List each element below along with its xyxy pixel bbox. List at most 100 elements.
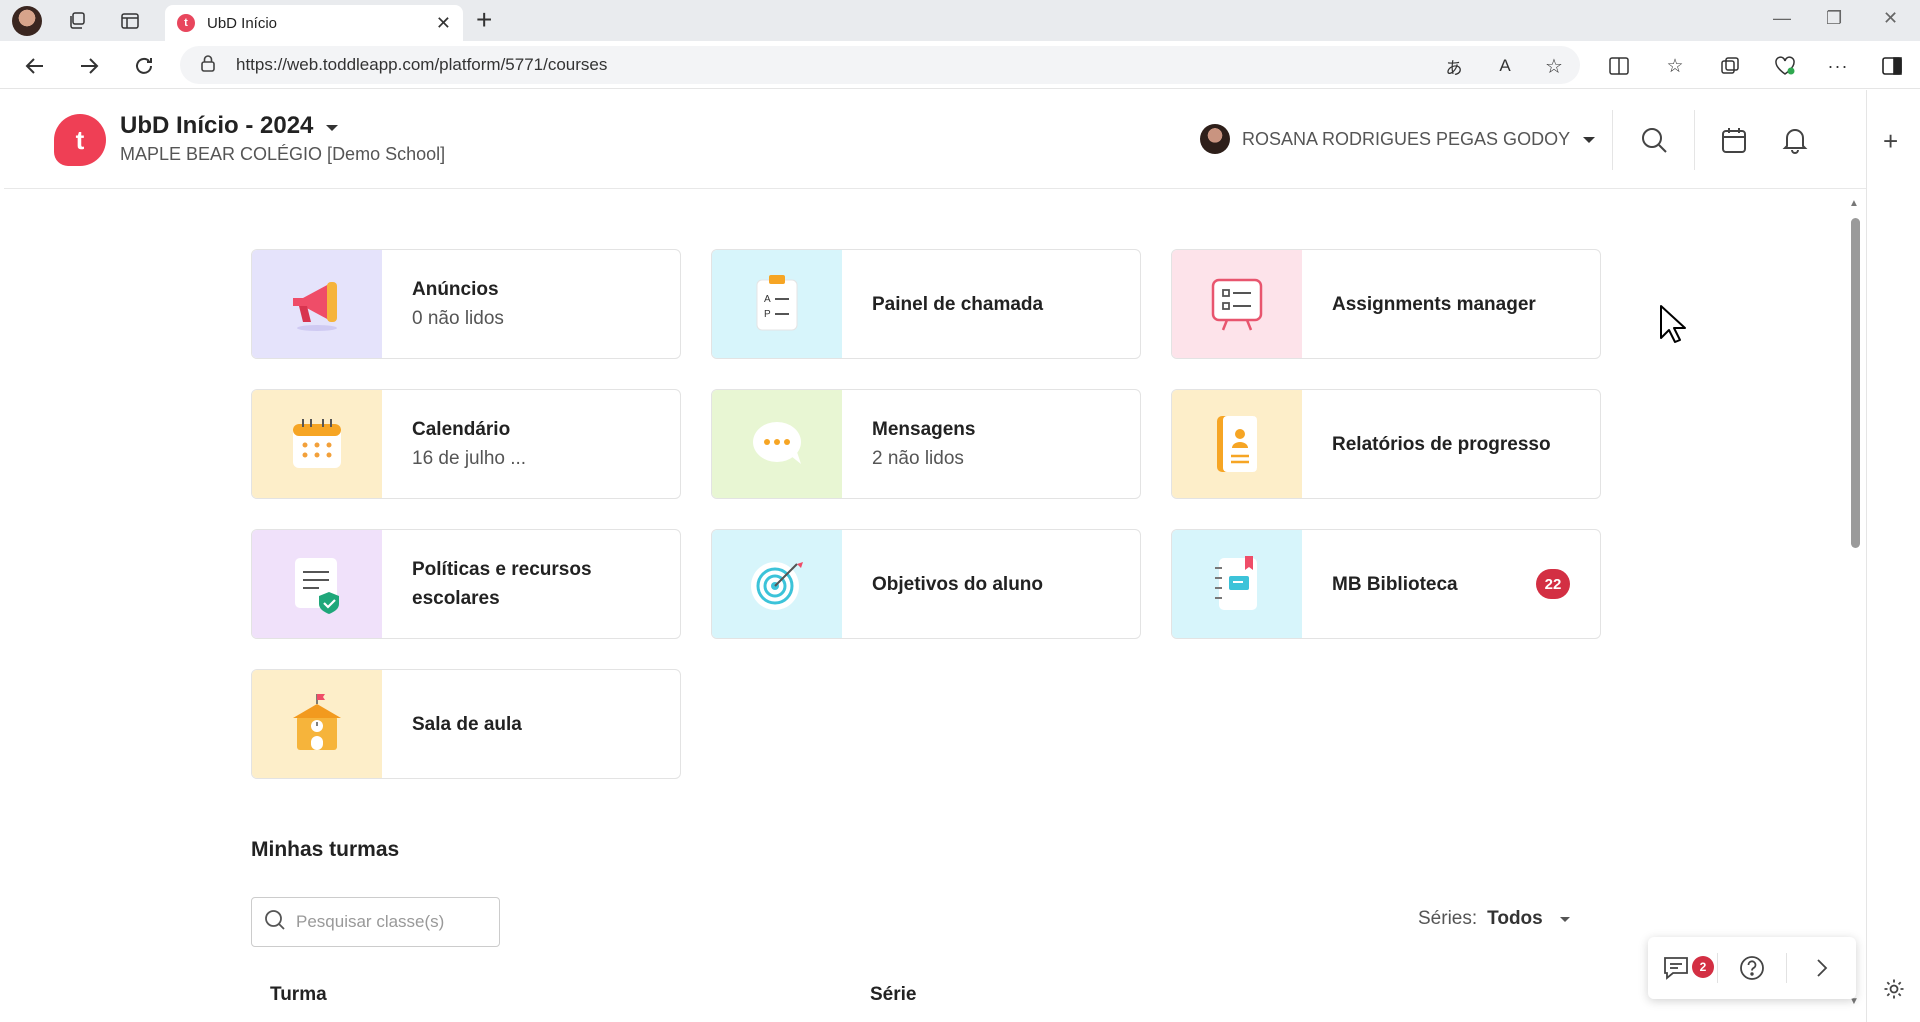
collections-icon[interactable] (1717, 53, 1743, 79)
workspaces-icon[interactable] (62, 6, 92, 36)
search-input[interactable] (296, 912, 486, 932)
divider (1694, 110, 1695, 170)
split-screen-icon[interactable] (1606, 53, 1632, 79)
browser-tab-bar: t UbD Início ✕ + — ❐ ✕ (0, 0, 1920, 41)
card-text: Sala de aula (382, 670, 522, 778)
card-sala-de-aula[interactable]: Sala de aula (251, 669, 681, 779)
school-name: MAPLE BEAR COLÉGIO [Demo School] (120, 144, 446, 164)
card-text: MB Biblioteca (1302, 530, 1458, 638)
card-title: Sala de aula (412, 713, 522, 735)
toddle-logo[interactable]: t (54, 114, 106, 166)
section-title-minhas-turmas: Minhas turmas (251, 838, 400, 861)
series-filter-dropdown[interactable]: Séries: Todos (1418, 908, 1571, 930)
chevron-down-icon (1559, 908, 1571, 930)
card-title: MB Biblioteca (1332, 573, 1458, 595)
mouse-cursor-icon (1659, 304, 1687, 349)
card-text: Relatórios de progresso (1302, 390, 1551, 498)
card-relatorios-de-progresso[interactable]: Relatórios de progresso (1171, 389, 1601, 499)
collapse-widget-button[interactable] (1787, 937, 1856, 999)
card-text: Anúncios 0 não lidos (382, 250, 504, 358)
chevron-down-icon (325, 112, 339, 140)
card-mensagens[interactable]: Mensagens 2 não lidos (711, 389, 1141, 499)
more-options-icon[interactable]: ··· (1825, 53, 1851, 79)
card-title: Mensagens (872, 419, 976, 440)
minimize-icon[interactable]: — (1773, 8, 1791, 29)
svg-text:A: A (764, 294, 771, 305)
course-selector[interactable]: UbD Início - 2024 (120, 112, 339, 140)
new-tab-icon[interactable]: + (476, 5, 492, 35)
sidebar-toggle-icon[interactable] (1879, 53, 1905, 79)
card-art (1172, 390, 1302, 498)
help-button[interactable] (1718, 937, 1787, 999)
card-art (252, 250, 382, 358)
card-painel-de-chamada[interactable]: AP Painel de chamada (711, 249, 1141, 359)
tab-actions-icon[interactable] (115, 6, 145, 36)
user-menu[interactable]: ROSANA RODRIGUES PEGAS GODOY (1200, 124, 1596, 154)
card-art (1172, 530, 1302, 638)
card-assignments-manager[interactable]: Assignments manager (1171, 249, 1601, 359)
close-tab-icon[interactable]: ✕ (436, 13, 451, 34)
avatar (1200, 124, 1230, 154)
favorite-star-icon[interactable]: ☆ (1541, 53, 1567, 79)
card-objetivos-do-aluno[interactable]: Objetivos do aluno (711, 529, 1141, 639)
lock-icon[interactable] (200, 54, 216, 77)
forward-arrow-icon[interactable] (73, 50, 105, 82)
url-text[interactable]: https://web.toddleapp.com/platform/5771/… (236, 55, 607, 75)
gear-icon[interactable] (1883, 978, 1905, 1005)
assignment-board-icon (1211, 278, 1263, 331)
card-title: Políticas e recursos escolares (412, 559, 592, 609)
scrollbar-thumb[interactable] (1851, 218, 1860, 548)
restore-icon[interactable]: ❐ (1826, 8, 1842, 29)
browser-tab-active[interactable]: t UbD Início ✕ (165, 5, 463, 41)
close-window-icon[interactable]: ✕ (1883, 8, 1898, 29)
divider (1612, 110, 1613, 170)
card-art: AP (712, 250, 842, 358)
refresh-icon[interactable] (128, 50, 160, 82)
search-icon[interactable] (1638, 124, 1670, 156)
card-title: Painel de chamada (872, 293, 1044, 315)
school-building-icon (293, 694, 341, 750)
card-text: Mensagens 2 não lidos (842, 390, 975, 498)
column-header-serie[interactable]: Série (870, 984, 916, 1006)
browser-essentials-icon[interactable] (1772, 53, 1798, 79)
series-value: Todos (1487, 908, 1543, 929)
chevron-right-icon (1817, 959, 1827, 977)
card-subtitle: 2 não lidos (872, 448, 964, 469)
card-subtitle: 0 não lidos (412, 308, 504, 329)
card-mb-biblioteca[interactable]: MB Biblioteca 22 (1171, 529, 1601, 639)
card-art (712, 390, 842, 498)
translate-icon[interactable]: あ (1441, 53, 1467, 79)
series-label: Séries: (1418, 908, 1478, 929)
column-header-turma[interactable]: Turma (270, 984, 327, 1006)
add-icon[interactable]: + (1883, 126, 1898, 157)
back-arrow-icon[interactable] (19, 50, 51, 82)
class-search-box[interactable] (251, 897, 500, 947)
scroll-up-arrow[interactable]: ▲ (1849, 198, 1859, 209)
bell-icon[interactable] (1779, 124, 1811, 156)
card-calendario[interactable]: Calendário 16 de julho ... (251, 389, 681, 499)
browser-address-bar: https://web.toddleapp.com/platform/5771/… (0, 41, 1920, 89)
megaphone-icon (293, 282, 337, 331)
card-art (252, 530, 382, 638)
svg-text:P: P (764, 309, 771, 320)
chat-button[interactable]: 2 (1648, 937, 1717, 999)
card-art (1172, 250, 1302, 358)
chat-bubble-icon (753, 422, 801, 464)
policy-document-icon (295, 558, 339, 614)
card-anuncios[interactable]: Anúncios 0 não lidos (251, 249, 681, 359)
browser-profile-avatar[interactable] (12, 6, 42, 36)
favorites-list-icon[interactable]: ☆ (1662, 53, 1688, 79)
calendar-icon[interactable] (1718, 124, 1750, 156)
search-icon (264, 909, 286, 936)
card-text: Assignments manager (1302, 250, 1536, 358)
card-art (712, 530, 842, 638)
chevron-down-icon (1582, 129, 1596, 150)
chat-badge: 2 (1692, 956, 1714, 978)
url-bar[interactable]: https://web.toddleapp.com/platform/5771/… (180, 46, 1580, 84)
read-aloud-icon[interactable]: A (1492, 53, 1518, 79)
chat-icon (1664, 957, 1689, 980)
card-politicas-e-recursos-escolares[interactable]: Políticas e recursos escolares (251, 529, 681, 639)
card-art (252, 670, 382, 778)
notebook-icon (1215, 556, 1257, 610)
tab-title: UbD Início (207, 14, 278, 32)
